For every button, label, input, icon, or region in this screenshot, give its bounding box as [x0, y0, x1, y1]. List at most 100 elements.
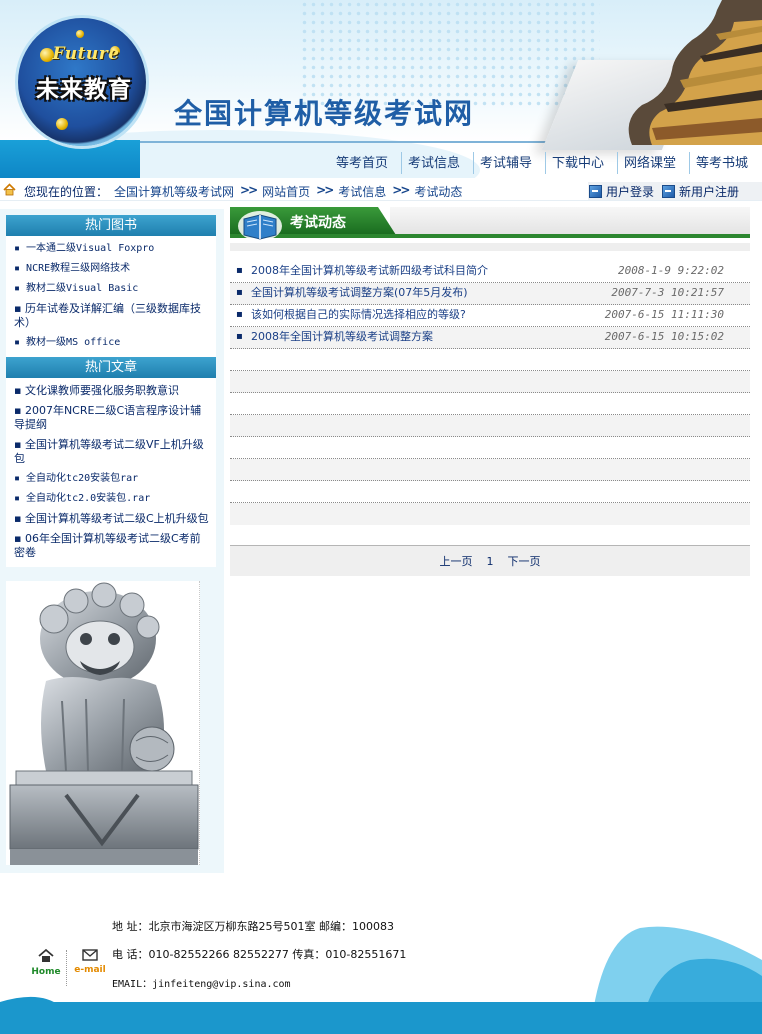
- article-item[interactable]: 全自动化tc2.0安装包.rar: [6, 489, 216, 509]
- pagoda-roof-image: [628, 0, 762, 145]
- book-item[interactable]: NCRE教程三级网络技术: [6, 259, 216, 279]
- section-subband: [230, 243, 750, 251]
- user-login-icon: [589, 184, 602, 198]
- stone-lion-illustration: [9, 582, 199, 865]
- book-item[interactable]: 教材一级MS office: [6, 333, 216, 353]
- mail-icon: [82, 949, 98, 961]
- bullet-icon: ▪: [236, 265, 243, 276]
- hot-books-list: 一本通二级Visual Foxpro NCRE教程三级网络技术 教材二级Visu…: [6, 236, 216, 357]
- article-item[interactable]: 全自动化tc20安装包rar: [6, 469, 216, 489]
- breadcrumb: 全国计算机等级考试网 >> 网站首页 >> 考试信息 >> 考试动态: [114, 183, 462, 200]
- prev-page-link[interactable]: 上一页: [440, 553, 473, 569]
- news-list: ▪ 2008年全国计算机等级考试新四级考试科目简介 2008-1-9 9:22:…: [230, 261, 750, 525]
- stone-lion-image: [6, 581, 200, 865]
- news-date: 2008-1-9 9:22:02: [618, 264, 724, 277]
- book-item[interactable]: 历年试卷及详解汇编（三级数据库技术）: [6, 299, 216, 333]
- register-link-label: 新用户注册: [679, 184, 740, 199]
- footer-home-label: Home: [31, 967, 61, 977]
- footer-email: EMAIL：jinfeiteng@vip.sina.com: [112, 979, 291, 990]
- article-item[interactable]: 全国计算机等级考试二级VF上机升级包: [6, 435, 216, 469]
- empty-row: [230, 393, 750, 415]
- hot-articles-list: 文化课教师要强化服务职教意识 2007年NCRE二级C语言程序设计辅导提纲 全国…: [6, 378, 216, 567]
- breadcrumb-separator: >>: [392, 183, 410, 197]
- empty-row: [230, 503, 750, 525]
- footer-email-label: e-mail: [74, 965, 106, 975]
- footer-address: 地 址：北京市海淀区万柳东路25号501室 邮编：100083: [112, 920, 394, 933]
- news-title[interactable]: 全国计算机等级考试调整方案(07年5月发布): [251, 283, 468, 302]
- nav-exam-info[interactable]: 考试信息: [400, 152, 466, 174]
- nav-downloads[interactable]: 下载中心: [544, 152, 610, 174]
- empty-row: [230, 415, 750, 437]
- hot-articles-heading: 热门文章: [6, 357, 216, 378]
- news-title[interactable]: 2008年全国计算机等级考试新四级考试科目简介: [251, 261, 488, 280]
- news-date: 2007-6-15 11:11:30: [604, 308, 724, 321]
- news-date: 2007-7-3 10:21:57: [611, 286, 724, 299]
- article-item[interactable]: 文化课教师要强化服务职教意识: [6, 381, 216, 401]
- news-row[interactable]: ▪ 2008年全国计算机等级考试调整方案 2007-6-15 10:15:02: [230, 327, 750, 349]
- hot-books-heading: 热门图书: [6, 215, 216, 236]
- home-icon: [38, 948, 54, 962]
- pagination: 上一页 1 下一页: [230, 545, 750, 576]
- article-item[interactable]: 2007年NCRE二级C语言程序设计辅导提纲: [6, 401, 216, 435]
- article-item[interactable]: 06年全国计算机等级考试二级C考前密卷: [6, 529, 216, 563]
- logo-chinese-text: 未来教育: [36, 76, 132, 103]
- login-link[interactable]: 用户登录: [589, 183, 654, 200]
- header-blue-block: [0, 140, 140, 178]
- section-title: 考试动态: [290, 215, 346, 231]
- news-title[interactable]: 该如何根据自己的实际情况选择相应的等级?: [251, 305, 466, 324]
- footer-email-link[interactable]: e-mail: [70, 948, 110, 975]
- user-links: 用户登录 新用户注册: [588, 182, 762, 200]
- news-date: 2007-6-15 10:15:02: [604, 330, 724, 343]
- sidebar: 热门图书 一本通二级Visual Foxpro NCRE教程三级网络技术 教材二…: [0, 209, 224, 873]
- current-page-number: 1: [486, 554, 494, 568]
- book-icon: [238, 211, 282, 241]
- bullet-icon: ▪: [236, 287, 243, 298]
- empty-row: [230, 437, 750, 459]
- nav-tutoring[interactable]: 考试辅导: [472, 152, 538, 174]
- main-content: 考试动态 ▪ 2008年全国计算机等级考试新四级考试科目简介 2008-1-9 …: [230, 207, 750, 525]
- site-title: 全国计算机等级考试网: [174, 97, 475, 130]
- breadcrumb-separator: >>: [240, 183, 258, 197]
- breadcrumb-item[interactable]: 全国计算机等级考试网: [114, 183, 234, 200]
- breadcrumb-separator: >>: [316, 183, 334, 197]
- section-header-band: [390, 207, 750, 234]
- article-item[interactable]: 全国计算机等级考试二级C上机升级包: [6, 509, 216, 529]
- home-icon: [3, 183, 16, 196]
- book-item[interactable]: 一本通二级Visual Foxpro: [6, 239, 216, 259]
- sidebar-panels: 热门图书 一本通二级Visual Foxpro NCRE教程三级网络技术 教材二…: [6, 215, 216, 567]
- nav-exam-info-label: 试信息: [421, 156, 461, 171]
- empty-row: [230, 349, 750, 371]
- login-link-label: 用户登录: [606, 184, 655, 199]
- logo-planet-icon: [56, 118, 68, 130]
- news-row[interactable]: ▪ 该如何根据自己的实际情况选择相应的等级? 2007-6-15 11:11:3…: [230, 305, 750, 327]
- section-header-rule: [230, 234, 750, 238]
- register-link[interactable]: 新用户注册: [662, 183, 739, 200]
- footer-home-link[interactable]: Home: [28, 948, 64, 977]
- logo-english-text: Future: [52, 44, 120, 64]
- footer-phone: 电 话：010-82552266 82552277 传真：010-8255167…: [112, 948, 407, 961]
- section-header: 考试动态: [230, 207, 750, 241]
- site-header: Future 未来教育 全国计算机等级考试网 等考首页 考试信息 考试辅导 下载…: [0, 0, 762, 178]
- main-nav: 等考首页 考试信息 考试辅导 下载中心 网络课堂 等考书城: [330, 152, 762, 174]
- footer-band: [0, 1002, 762, 1034]
- news-row[interactable]: ▪ 2008年全国计算机等级考试新四级考试科目简介 2008-1-9 9:22:…: [230, 261, 750, 283]
- bullet-icon: ▪: [236, 331, 243, 342]
- logo-planet-icon: [76, 30, 84, 38]
- next-page-link[interactable]: 下一页: [508, 553, 541, 569]
- breadcrumb-item[interactable]: 考试信息: [338, 183, 386, 200]
- news-title[interactable]: 2008年全国计算机等级考试调整方案: [251, 327, 433, 346]
- news-row[interactable]: ▪ 全国计算机等级考试调整方案(07年5月发布) 2007-7-3 10:21:…: [230, 283, 750, 305]
- site-footer: 地 址：北京市海淀区万柳东路25号501室 邮编：100083 电 话：010-…: [0, 880, 762, 1034]
- breadcrumb-item[interactable]: 考试动态: [414, 183, 462, 200]
- empty-row: [230, 481, 750, 503]
- breadcrumb-item[interactable]: 网站首页: [262, 183, 310, 200]
- user-register-icon: [662, 184, 676, 198]
- bullet-icon: ▪: [236, 309, 243, 320]
- nav-online-class[interactable]: 网络课堂: [616, 152, 682, 174]
- nav-bookstore[interactable]: 等考书城: [688, 152, 754, 174]
- empty-row: [230, 459, 750, 481]
- book-item[interactable]: 教材二级Visual Basic: [6, 279, 216, 299]
- nav-home[interactable]: 等考首页: [330, 152, 394, 174]
- empty-row: [230, 371, 750, 393]
- breadcrumb-label: 您现在的位置：: [24, 185, 109, 199]
